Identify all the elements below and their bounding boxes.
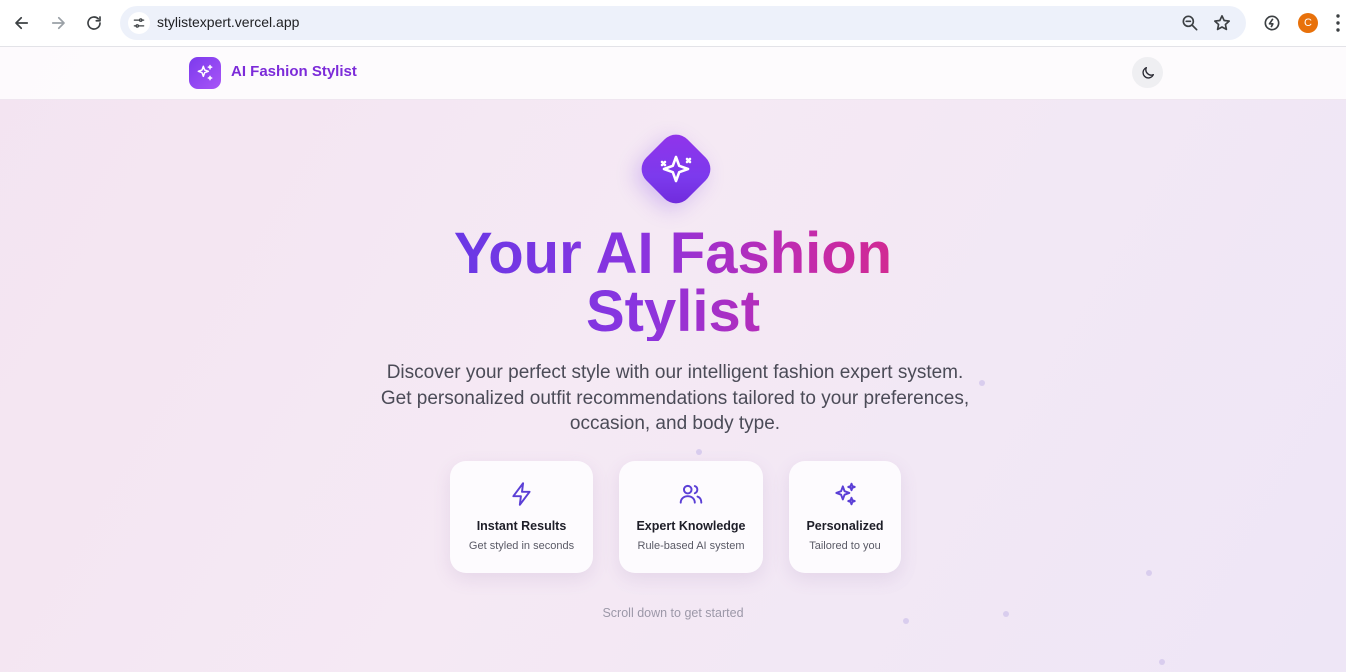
site-info-button[interactable] bbox=[128, 12, 150, 34]
decorative-dot bbox=[1003, 611, 1009, 617]
sparkle-star-icon bbox=[654, 147, 698, 191]
sparkles-icon bbox=[835, 482, 856, 506]
browser-toolbar: stylistexpert.vercel.app C bbox=[0, 0, 1346, 47]
arrow-right-icon bbox=[51, 16, 65, 30]
feature-title: Expert Knowledge bbox=[636, 519, 746, 533]
profile-avatar[interactable]: C bbox=[1298, 13, 1318, 33]
hero-subtitle-line3: occasion, and body type. bbox=[569, 413, 781, 434]
sparkles-icon bbox=[197, 64, 213, 81]
reload-icon bbox=[87, 16, 101, 30]
tune-icon bbox=[133, 18, 145, 28]
reload-button[interactable] bbox=[81, 10, 107, 36]
hero-title-line2: Stylist bbox=[585, 279, 761, 344]
feature-description: Tailored to you bbox=[809, 540, 881, 552]
decorative-dot bbox=[903, 618, 909, 624]
decorative-dot bbox=[696, 449, 702, 455]
app-logo[interactable] bbox=[189, 57, 221, 89]
feature-cards: Instant Results Get styled in seconds Ex… bbox=[0, 461, 1346, 573]
lightning-icon bbox=[511, 482, 531, 506]
feature-title: Instant Results bbox=[476, 519, 567, 533]
decorative-dot bbox=[1159, 659, 1165, 665]
theme-toggle-button[interactable] bbox=[1132, 57, 1163, 88]
address-bar[interactable]: stylistexpert.vercel.app bbox=[120, 6, 1246, 40]
forward-button[interactable] bbox=[45, 10, 71, 36]
arrow-left-icon bbox=[15, 16, 29, 30]
url-text[interactable]: stylistexpert.vercel.app bbox=[157, 14, 299, 30]
feature-title: Personalized bbox=[806, 519, 884, 533]
scroll-hint: Scroll down to get started bbox=[602, 606, 744, 620]
moon-icon bbox=[1141, 66, 1154, 79]
app-name[interactable]: AI Fashion Stylist bbox=[231, 63, 357, 80]
zoom-icon[interactable] bbox=[1180, 13, 1200, 33]
extension-icon[interactable] bbox=[1262, 13, 1282, 33]
hero-subtitle: Discover your perfect style with our int… bbox=[360, 360, 990, 437]
hero-subtitle-line1: Discover your perfect style with our int… bbox=[386, 362, 964, 383]
users-icon bbox=[679, 484, 703, 504]
feature-card-expert-knowledge: Expert Knowledge Rule-based AI system bbox=[619, 461, 763, 573]
more-menu-icon[interactable] bbox=[1336, 14, 1340, 32]
feature-description: Rule-based AI system bbox=[637, 540, 745, 552]
feature-card-personalized: Personalized Tailored to you bbox=[789, 461, 901, 573]
bookmark-star-icon[interactable] bbox=[1212, 13, 1232, 33]
hero-title: Your AI Fashion Stylist bbox=[373, 225, 973, 341]
back-button[interactable] bbox=[9, 10, 35, 36]
feature-description: Get styled in seconds bbox=[468, 540, 575, 552]
hero-subtitle-line2: Get personalized outfit recommendations … bbox=[380, 387, 970, 409]
hero-title-line1: Your AI Fashion bbox=[453, 221, 893, 286]
app-header: AI Fashion Stylist bbox=[0, 47, 1346, 100]
feature-card-instant-results: Instant Results Get styled in seconds bbox=[450, 461, 593, 573]
